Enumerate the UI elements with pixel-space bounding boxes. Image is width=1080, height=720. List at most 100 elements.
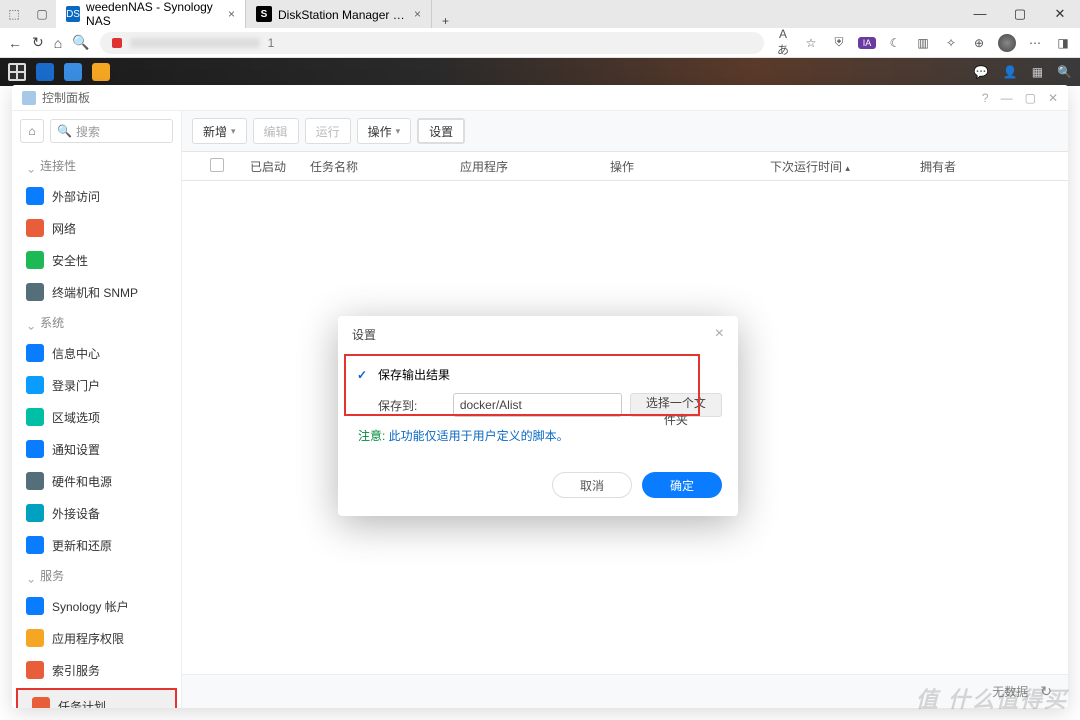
profile-avatar[interactable] bbox=[998, 34, 1016, 52]
chat-icon[interactable]: 💬 bbox=[974, 65, 989, 79]
sidebar-item-update-restore[interactable]: 更新和还原 bbox=[12, 529, 181, 561]
table-footer: 无数据 ↻ bbox=[182, 674, 1068, 708]
section-connectivity[interactable]: 连接性 bbox=[12, 151, 181, 180]
extension-icon[interactable]: IA bbox=[858, 37, 876, 49]
maximize-icon[interactable]: ▢ bbox=[1025, 91, 1036, 105]
url-input[interactable]: 1 bbox=[100, 32, 764, 54]
sidebar-item-external-access[interactable]: 外部访问 bbox=[12, 180, 181, 212]
dsm-favicon-icon: DS bbox=[66, 6, 80, 22]
portal-icon bbox=[26, 376, 44, 394]
app-menu-icon[interactable]: ⬚ bbox=[0, 7, 28, 21]
section-services[interactable]: 服务 bbox=[12, 561, 181, 590]
sidebar-item-indexing-service[interactable]: 索引服务 bbox=[12, 654, 181, 686]
window-titlebar[interactable]: 控制面板 ? — ▢ ✕ bbox=[12, 85, 1068, 111]
home-button[interactable]: ⌂ bbox=[54, 35, 62, 51]
sidebar-item-hardware-power[interactable]: 硬件和电源 bbox=[12, 465, 181, 497]
main-menu-icon[interactable] bbox=[8, 63, 26, 81]
close-icon[interactable]: × bbox=[414, 7, 421, 21]
account-icon bbox=[26, 597, 44, 615]
sidebar-item-synology-account[interactable]: Synology 帐户 bbox=[12, 590, 181, 622]
text-size-icon[interactable]: Aあ bbox=[774, 27, 792, 58]
shield-icon[interactable]: ⛨ bbox=[830, 35, 848, 50]
section-system[interactable]: 系统 bbox=[12, 308, 181, 337]
sidebar-item-external-devices[interactable]: 外接设备 bbox=[12, 497, 181, 529]
info-icon bbox=[26, 344, 44, 362]
col-action[interactable]: 操作 bbox=[602, 158, 762, 175]
widgets-icon[interactable]: ▦ bbox=[1032, 65, 1043, 79]
help-icon[interactable]: ? bbox=[982, 91, 989, 105]
maximize-button[interactable]: ▢ bbox=[1000, 6, 1040, 22]
new-tab-button[interactable]: + bbox=[432, 14, 459, 28]
sidebar-home-button[interactable]: ⌂ bbox=[20, 119, 44, 143]
dialog-titlebar[interactable]: 设置 × bbox=[338, 316, 738, 352]
user-icon[interactable]: 👤 bbox=[1003, 65, 1018, 79]
search-icon: 🔍 bbox=[57, 124, 72, 138]
edit-button[interactable]: 编辑 bbox=[253, 118, 299, 144]
minimize-button[interactable]: — bbox=[960, 6, 1000, 22]
chat-icon bbox=[26, 440, 44, 458]
region-icon bbox=[26, 408, 44, 426]
close-icon[interactable]: × bbox=[715, 325, 724, 343]
favorite-icon[interactable]: ☆ bbox=[802, 36, 820, 50]
col-application[interactable]: 应用程序 bbox=[452, 158, 602, 175]
tab-title: DiskStation Manager 7.2 | 群晖 bbox=[278, 6, 408, 23]
sidebar-item-info-center[interactable]: 信息中心 bbox=[12, 337, 181, 369]
table-header: 已启动 任务名称 应用程序 操作 下次运行时间 ▴ 拥有者 bbox=[182, 151, 1068, 181]
sidebar-item-security[interactable]: 安全性 bbox=[12, 244, 181, 276]
package-center-icon[interactable] bbox=[36, 63, 54, 81]
more-icon[interactable]: ⋯ bbox=[1026, 36, 1044, 50]
address-bar: ← ↻ ⌂ 🔍 1 Aあ ☆ ⛨ IA ☾ ▥ ✧ ⊕ ⋯ ◨ bbox=[0, 28, 1080, 58]
ok-button[interactable]: 确定 bbox=[642, 472, 722, 498]
refresh-button[interactable]: ↻ bbox=[1040, 683, 1052, 700]
tab-title: weedenNAS - Synology NAS bbox=[86, 0, 222, 28]
window-controls: — ▢ ✕ bbox=[960, 6, 1080, 22]
settings-button[interactable]: 设置 bbox=[417, 118, 465, 144]
new-button[interactable]: 新增 bbox=[192, 118, 247, 144]
back-button[interactable]: ← bbox=[8, 35, 22, 51]
sidebar-item-app-privileges[interactable]: 应用程序权限 bbox=[12, 622, 181, 654]
url-blurred bbox=[130, 38, 260, 48]
collections-icon[interactable]: ✧ bbox=[942, 36, 960, 50]
tab-overview-icon[interactable]: ▢ bbox=[28, 7, 56, 21]
sort-icon: ▴ bbox=[845, 163, 850, 173]
close-button[interactable]: ✕ bbox=[1040, 6, 1080, 22]
dialog-title: 设置 bbox=[352, 326, 376, 343]
dsm-taskbar: 💬 👤 ▦ 🔍 bbox=[0, 58, 1080, 86]
browser-tab-2[interactable]: S DiskStation Manager 7.2 | 群晖 × bbox=[246, 0, 432, 28]
close-icon[interactable]: × bbox=[228, 7, 235, 21]
close-icon[interactable]: ✕ bbox=[1048, 91, 1058, 105]
search-placeholder: 搜索 bbox=[76, 123, 100, 140]
col-enabled[interactable]: 已启动 bbox=[242, 158, 302, 175]
file-station-icon[interactable] bbox=[92, 63, 110, 81]
book-icon[interactable]: ▥ bbox=[914, 36, 932, 50]
sidebar-item-regional-options[interactable]: 区域选项 bbox=[12, 401, 181, 433]
col-task-name[interactable]: 任务名称 bbox=[302, 158, 452, 175]
sidebar-search-input[interactable]: 🔍 搜索 bbox=[50, 119, 173, 143]
empty-label: 无数据 bbox=[992, 683, 1028, 700]
select-all-checkbox[interactable] bbox=[210, 158, 224, 172]
sidebar-item-task-scheduler[interactable]: 任务计划 bbox=[16, 688, 177, 708]
search-icon[interactable]: 🔍 bbox=[1057, 65, 1072, 79]
cancel-button[interactable]: 取消 bbox=[552, 472, 632, 498]
sidebar-item-notification[interactable]: 通知设置 bbox=[12, 433, 181, 465]
action-button[interactable]: 操作 bbox=[357, 118, 412, 144]
browser-tab-1[interactable]: DS weedenNAS - Synology NAS × bbox=[56, 0, 246, 28]
sidebar-item-terminal-snmp[interactable]: 终端机和 SNMP bbox=[12, 276, 181, 308]
network-icon bbox=[26, 219, 44, 237]
moon-icon[interactable]: ☾ bbox=[886, 36, 904, 50]
minimize-icon[interactable]: — bbox=[1001, 91, 1013, 105]
toolbar: 新增 编辑 运行 操作 设置 bbox=[182, 111, 1068, 151]
highlight-annotation bbox=[344, 354, 700, 416]
sidebar-icon[interactable]: ◨ bbox=[1054, 36, 1072, 50]
puzzle-icon[interactable]: ⊕ bbox=[970, 36, 988, 50]
control-panel-icon[interactable] bbox=[64, 63, 82, 81]
refresh-button[interactable]: ↻ bbox=[32, 34, 44, 51]
calendar-icon bbox=[32, 697, 50, 708]
col-next-run[interactable]: 下次运行时间 ▴ bbox=[762, 158, 912, 175]
sidebar: ⌂ 🔍 搜索 连接性 外部访问 网络 安全性 终端机和 SNMP 系统 信息中心… bbox=[12, 111, 182, 708]
sidebar-item-login-portal[interactable]: 登录门户 bbox=[12, 369, 181, 401]
sidebar-item-network[interactable]: 网络 bbox=[12, 212, 181, 244]
col-owner[interactable]: 拥有者 bbox=[912, 158, 1032, 175]
search-icon[interactable]: 🔍 bbox=[72, 34, 89, 51]
run-button[interactable]: 运行 bbox=[305, 118, 351, 144]
